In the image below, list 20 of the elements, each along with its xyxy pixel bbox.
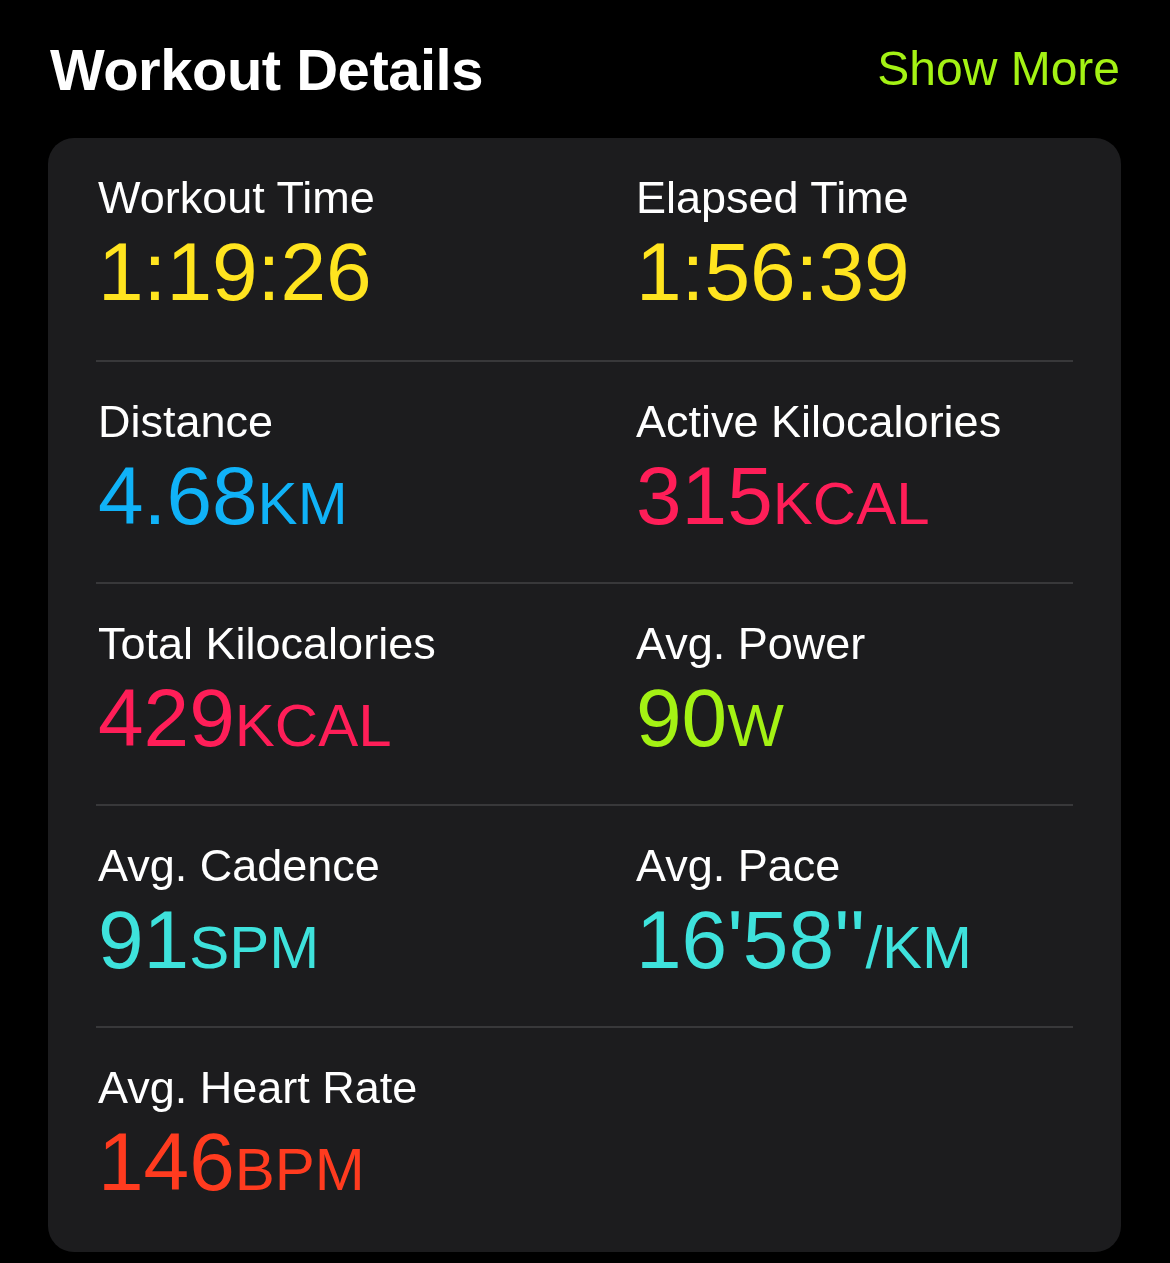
metric-value: 146BPM (98, 1116, 366, 1209)
metric-label: Avg. Heart Rate (98, 1061, 419, 1115)
metric-label: Avg. Cadence (98, 839, 381, 893)
metric-value: 1:56:39 (636, 226, 911, 318)
metric-value: 16'58''/KM (636, 894, 974, 987)
metric-value: 4.68KM (98, 450, 349, 543)
metric-value: 1:19:26 (98, 226, 373, 318)
section-title: Workout Details (50, 35, 483, 104)
metric-label: Avg. Pace (636, 839, 842, 893)
show-more-link[interactable]: Show More (877, 33, 1120, 105)
metric-value: 429KCAL (98, 672, 393, 765)
metric-label: Active Kilocalories (636, 395, 1003, 449)
metric-label: Total Kilocalories (98, 617, 437, 671)
metric-value: 90W (636, 672, 785, 765)
metric-value: 91SPM (98, 894, 321, 987)
metric-value: 315KCAL (636, 450, 931, 543)
metric-label: Elapsed Time (636, 171, 910, 225)
metric-label: Workout Time (98, 171, 376, 225)
metric-label: Avg. Power (636, 617, 867, 671)
metric-label: Distance (98, 395, 275, 449)
